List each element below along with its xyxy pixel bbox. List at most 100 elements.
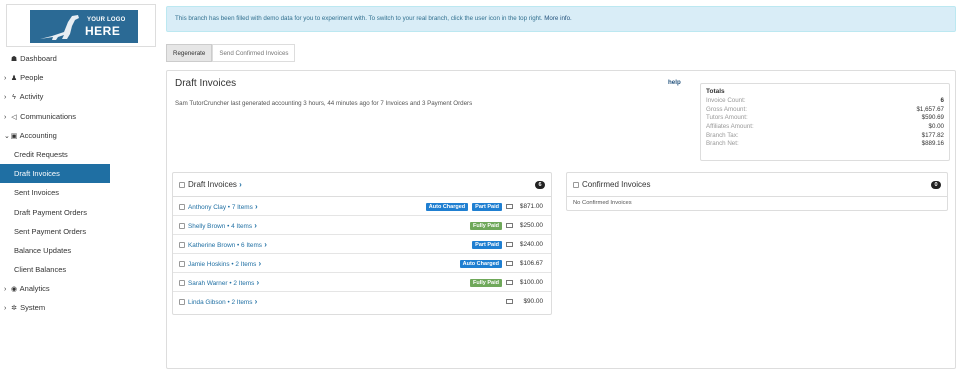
sidebar-item-draft-invoices[interactable]: Draft Invoices	[0, 164, 110, 184]
invoice-checkbox[interactable]	[179, 204, 185, 211]
select-all-confirmed-checkbox[interactable]	[573, 181, 579, 188]
envelope-icon[interactable]	[506, 261, 513, 266]
send-confirmed-invoices-button[interactable]: Send Confirmed Invoices	[212, 44, 296, 62]
sidebar-item-label: Credit Requests	[14, 149, 68, 159]
envelope-icon[interactable]	[506, 223, 513, 228]
invoice-checkbox[interactable]	[179, 223, 185, 230]
sidebar-item-label: Accounting	[19, 130, 57, 140]
totals-value: 6	[940, 97, 944, 104]
totals-row-invoice-count: Invoice Count: 6	[706, 97, 944, 106]
totals-label: Affiliates Amount:	[706, 123, 754, 131]
chevron-right-icon[interactable]: ›	[252, 297, 258, 306]
logo[interactable]: YOUR LOGO HERE	[6, 4, 156, 47]
sidebar-item-label: Draft Invoices	[14, 169, 60, 179]
select-all-checkbox[interactable]	[179, 181, 185, 188]
user-icon: ♟	[10, 75, 18, 83]
confirmed-invoices-list: Confirmed Invoices 0 No Confirmed Invoic…	[566, 172, 948, 211]
sidebar-item-people[interactable]: › ♟ People	[0, 68, 166, 87]
sidebar-item-credit-requests[interactable]: Credit Requests	[0, 145, 166, 164]
sidebar-item-accounting[interactable]: ⌄▣ Accounting	[0, 126, 166, 145]
tachometer-icon: ☗	[10, 56, 18, 63]
sidebar-item-analytics[interactable]: › ◉ Analytics	[0, 279, 166, 298]
item-count[interactable]: 2 Items	[231, 299, 252, 306]
invoice-checkbox[interactable]	[179, 280, 185, 287]
confirmed-list-title: Confirmed Invoices	[582, 180, 651, 189]
totals-row-tutors: Tutors Amount: $590.69	[706, 114, 944, 123]
invoice-row[interactable]: Jamie Hoskins • 2 Items › Auto Charged $10…	[173, 254, 551, 273]
invoice-checkbox[interactable]	[179, 299, 185, 306]
chevron-right-icon[interactable]: ›	[252, 221, 257, 230]
chevron-right-icon[interactable]: ›	[253, 202, 258, 211]
envelope-icon[interactable]	[506, 299, 513, 304]
totals-value: $590.69	[921, 114, 944, 122]
envelope-icon[interactable]	[506, 204, 513, 209]
item-count[interactable]: 4 Items	[231, 223, 252, 230]
invoice-row[interactable]: Sarah Warner • 2 Items › Fully Paid $100.0…	[173, 273, 551, 292]
item-count[interactable]: 2 Items	[235, 261, 256, 268]
sidebar-item-system[interactable]: › ✲ System	[0, 298, 166, 317]
count-badge: 0	[931, 181, 941, 189]
totals-label: Gross Amount:	[706, 105, 747, 113]
item-count[interactable]: 7 Items	[232, 204, 253, 211]
sidebar-item-client-balances[interactable]: Client Balances	[0, 260, 166, 279]
invoice-checkbox[interactable]	[179, 261, 185, 268]
logo-line1: YOUR LOGO	[87, 17, 126, 23]
chevron-right-icon[interactable]: ›	[239, 180, 242, 189]
invoice-amount: $871.00	[519, 203, 543, 210]
invoice-amount: $240.00	[519, 241, 543, 248]
invoice-meta: Fully Paid $100.00	[470, 273, 543, 292]
invoice-amount: $100.00	[519, 279, 543, 286]
logo-image: YOUR LOGO HERE	[30, 10, 138, 43]
sidebar-item-sent-payment-orders[interactable]: Sent Payment Orders	[0, 222, 166, 241]
item-count[interactable]: 6 Items	[241, 242, 262, 249]
totals-row-gross: Gross Amount: $1,657.67	[706, 106, 944, 115]
invoice-row[interactable]: Shelly Brown • 4 Items › Fully Paid $250.0…	[173, 216, 551, 235]
eye-icon: ◉	[10, 286, 18, 294]
sidebar-item-label: Sent Payment Orders	[14, 226, 87, 236]
help-link[interactable]: help	[668, 79, 681, 86]
client-name-link[interactable]: Sarah Warner	[188, 280, 228, 287]
status-badge: Part Paid	[472, 202, 502, 211]
sidebar-item-balance-updates[interactable]: Balance Updates	[0, 241, 166, 260]
chevron-right-icon[interactable]: ›	[262, 240, 267, 249]
invoice-meta: Auto Charged Part Paid $871.00	[425, 197, 543, 216]
sidebar-item-activity[interactable]: › ϟ Activity	[0, 87, 166, 106]
sidebar-item-sent-invoices[interactable]: Sent Invoices	[0, 183, 166, 202]
more-info-link[interactable]: More info.	[544, 15, 572, 22]
item-count[interactable]: 2 Items	[233, 280, 254, 287]
envelope-icon[interactable]	[506, 280, 513, 285]
money-icon: ▣	[10, 132, 18, 140]
invoice-row[interactable]: Linda Gibson • 2 Items › $90.00	[173, 292, 551, 311]
totals-value: $177.82	[921, 131, 944, 139]
sidebar-item-communications[interactable]: › ◁ Communications	[0, 107, 166, 126]
sidebar-item-dashboard[interactable]: ☗ Dashboard	[0, 49, 166, 68]
totals-title: Totals	[706, 88, 725, 95]
client-name-link[interactable]: Linda Gibson	[188, 299, 226, 306]
totals-value: $889.16	[921, 140, 944, 148]
generation-status: Sam TutorCruncher last generated account…	[175, 100, 473, 107]
client-name-link[interactable]: Jamie Hoskins	[188, 261, 230, 268]
envelope-icon[interactable]	[506, 242, 513, 247]
invoice-row[interactable]: Katherine Brown • 6 Items › Part Paid $240…	[173, 235, 551, 254]
draft-list-title[interactable]: Draft Invoices	[188, 180, 237, 189]
invoice-row[interactable]: Anthony Clay • 7 Items › Auto Charged Part…	[173, 197, 551, 216]
status-badge: Auto Charged	[459, 259, 502, 268]
bullhorn-icon: ◁	[11, 113, 17, 121]
client-name-link[interactable]: Anthony Clay	[188, 204, 226, 211]
count-badge: 6	[535, 181, 545, 189]
chevron-right-icon[interactable]: ›	[254, 278, 260, 287]
client-name-link[interactable]: Shelly Brown	[188, 223, 225, 230]
sidebar-item-draft-payment-orders[interactable]: Draft Payment Orders	[0, 203, 166, 222]
sidebar-item-label: System	[20, 303, 46, 313]
status-badge: Fully Paid	[470, 221, 502, 230]
totals-row-tax: Branch Tax: $177.82	[706, 132, 944, 141]
invoice-checkbox[interactable]	[179, 242, 185, 249]
chevron-right-icon[interactable]: ›	[256, 259, 262, 268]
invoice-meta: Part Paid $240.00	[472, 235, 543, 254]
sidebar-item-label: Analytics	[19, 284, 50, 294]
client-name-link[interactable]: Katherine Brown	[188, 242, 235, 249]
totals-label: Tutors Amount:	[706, 114, 748, 122]
totals-label: Invoice Count:	[706, 97, 746, 104]
regenerate-button[interactable]: Regenerate	[166, 44, 213, 62]
page-title: Draft Invoices	[175, 78, 237, 89]
